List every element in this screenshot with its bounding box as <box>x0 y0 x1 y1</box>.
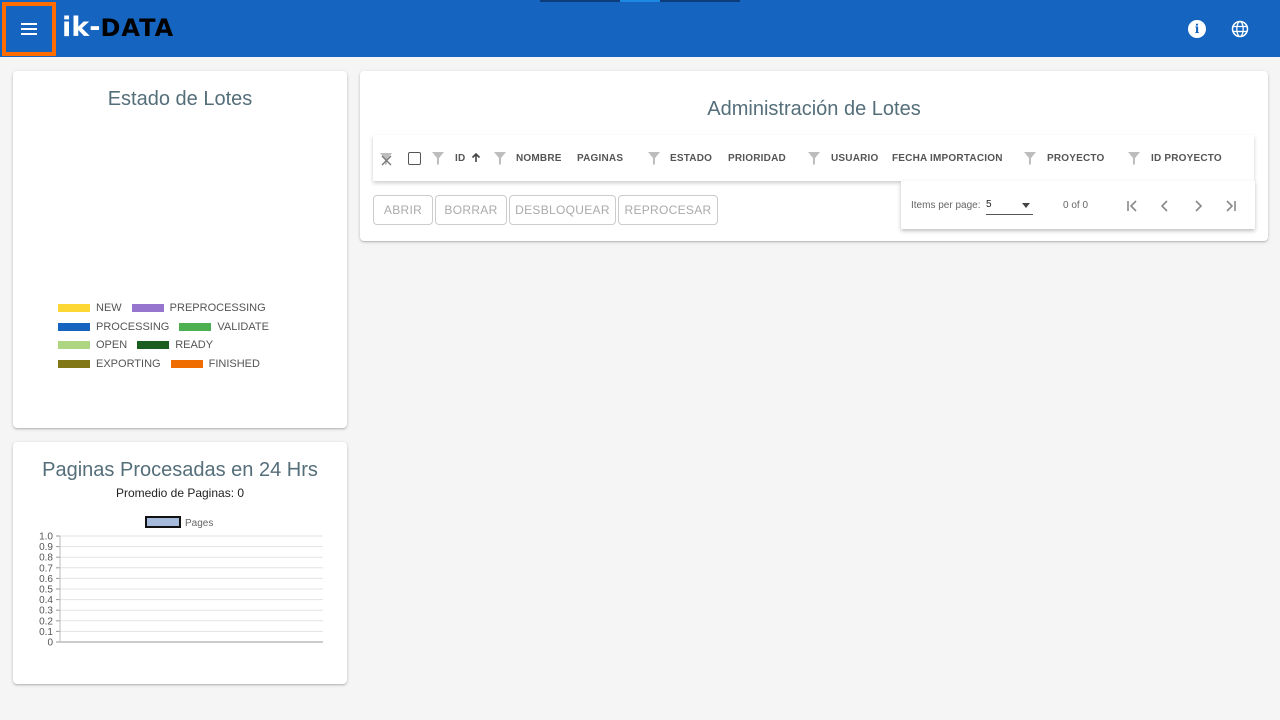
lotes-table-header: ID NOMBRE PAGINAS ESTADO PRIORIDAD USUAR… <box>373 135 1254 181</box>
chart-y-tick-label: 0.7 <box>39 563 53 574</box>
legend-swatch <box>131 304 164 313</box>
estado-legend: NEW PREPROCESSING PROCESSING VALIDATE OPEN RE… <box>58 299 318 373</box>
column-fecha-importacion[interactable]: FECHA IMPORTACION <box>892 135 1003 181</box>
desbloquear-button[interactable]: DESBLOQUEAR <box>509 195 616 225</box>
info-glyph: i <box>1194 22 1200 36</box>
legend-swatch <box>58 341 90 350</box>
items-per-page-label: Items per page: <box>911 200 981 211</box>
promedio-paginas: Promedio de Paginas: 0 <box>115 486 245 500</box>
borrar-button[interactable]: BORRAR <box>435 195 507 225</box>
admin-lotes-title: Administración de Lotes <box>707 98 921 120</box>
paginas-procesadas-title: Paginas Procesadas en 24 Hrs <box>42 459 318 481</box>
legend-item[interactable]: PROCESSING <box>58 321 169 333</box>
next-page-icon[interactable] <box>1188 196 1208 216</box>
paginator: Items per page: 5 0 of 0 <box>901 181 1255 229</box>
top-app-bar: ik - DATA i <box>0 0 1280 57</box>
filter-estado-icon[interactable] <box>648 152 660 165</box>
chart-y-tick-label: 0 <box>47 638 53 649</box>
legend-swatch <box>179 322 212 331</box>
legend-row: EXPORTING FINISHED <box>58 355 318 374</box>
logo-dash: - <box>89 12 101 43</box>
previous-page-icon[interactable] <box>1155 196 1175 216</box>
column-paginas[interactable]: PAGINAS <box>577 135 623 181</box>
reprocesar-button[interactable]: REPROCESAR <box>618 195 718 225</box>
clear-filter-icon[interactable] <box>379 152 393 166</box>
legend-item[interactable]: FINISHED <box>170 357 260 370</box>
filter-id-proyecto-icon[interactable] <box>1128 152 1140 165</box>
filter-id-icon[interactable] <box>432 152 444 165</box>
legend-item[interactable]: NEW <box>58 302 122 314</box>
chart-y-tick-label: 0.9 <box>39 542 53 553</box>
filter-proyecto-icon[interactable] <box>1024 152 1036 165</box>
last-page-icon[interactable] <box>1221 196 1241 216</box>
menu-button[interactable] <box>2 2 56 56</box>
legend-swatch <box>58 304 90 313</box>
legend-item[interactable]: READY <box>137 339 213 351</box>
column-id-label: ID <box>455 152 466 164</box>
chart-y-tick-label: 0.3 <box>39 606 53 617</box>
legend-swatch <box>58 322 90 331</box>
chart-legend-label: Pages <box>185 518 213 529</box>
sort-ascending-icon <box>472 153 481 162</box>
column-usuario[interactable]: USUARIO <box>831 135 879 181</box>
estado-lotes-title: Estado de Lotes <box>107 88 253 110</box>
legend-label: NEW <box>96 302 122 315</box>
select-all-checkbox[interactable] <box>408 152 421 165</box>
legend-label: PROCESSING <box>96 320 170 333</box>
logo-ik: ik <box>62 12 90 43</box>
abrir-button[interactable]: ABRIR <box>373 195 433 225</box>
column-estado[interactable]: ESTADO <box>670 135 712 181</box>
legend-row: OPEN READY <box>58 336 318 355</box>
column-id[interactable]: ID <box>455 135 481 181</box>
items-per-page-value: 5 <box>986 199 992 210</box>
legend-label: OPEN <box>96 339 128 352</box>
first-page-icon[interactable] <box>1122 196 1142 216</box>
admin-lotes-card: Administración de Lotes ID NOMBRE PAGINA… <box>360 71 1268 241</box>
globe-icon[interactable] <box>1231 20 1249 38</box>
chart-legend-swatch[interactable] <box>145 516 181 528</box>
estado-lotes-card: Estado de Lotes NEW PREPROCESSING PROCESSI… <box>13 71 347 428</box>
filter-nombre-icon[interactable] <box>494 152 506 165</box>
chart-y-tick-label: 0.8 <box>39 553 53 564</box>
legend-item[interactable]: VALIDATE <box>179 321 269 333</box>
chart-y-tick-label: 0.6 <box>39 574 53 585</box>
legend-swatch <box>58 359 90 368</box>
chart-y-tick-label: 0.2 <box>39 616 53 627</box>
dropdown-caret-icon <box>1022 203 1030 208</box>
legend-row: NEW PREPROCESSING <box>58 299 318 318</box>
legend-item[interactable]: EXPORTING <box>58 358 161 370</box>
column-proyecto[interactable]: PROYECTO <box>1047 135 1105 181</box>
logo-data: DATA <box>100 14 175 42</box>
legend-label: VALIDATE <box>217 320 269 333</box>
items-per-page-select[interactable]: 5 <box>986 198 1033 215</box>
legend-swatch <box>137 341 170 350</box>
page-range-label: 0 of 0 <box>1063 200 1089 211</box>
legend-row: PROCESSING VALIDATE <box>58 318 318 337</box>
filter-usuario-icon[interactable] <box>808 152 820 165</box>
column-nombre[interactable]: NOMBRE <box>516 135 562 181</box>
hamburger-icon <box>21 23 37 35</box>
legend-label: PREPROCESSING <box>169 302 266 315</box>
legend-label: EXPORTING <box>96 357 161 370</box>
chart-y-tick-label: 0.1 <box>39 627 53 638</box>
legend-label: FINISHED <box>208 357 260 370</box>
chart-y-tick-label: 0.4 <box>39 595 53 606</box>
chart-y-tick-label: 1.0 <box>39 532 53 543</box>
ik-data-logo: ik - DATA <box>62 12 174 46</box>
column-id-proyecto[interactable]: ID PROYECTO <box>1151 135 1222 181</box>
pages-line-chart: Pages 1.00.90.80.70.60.50.40.30.20.10 <box>39 516 323 649</box>
legend-label: READY <box>175 339 214 352</box>
column-prioridad[interactable]: PRIORIDAD <box>728 135 786 181</box>
chart-y-tick-label: 0.5 <box>39 585 53 596</box>
legend-item[interactable]: PREPROCESSING <box>131 302 266 315</box>
paginas-procesadas-card: Paginas Procesadas en 24 Hrs Promedio de… <box>13 442 347 684</box>
topbar-tab-indicator <box>540 0 740 2</box>
legend-item[interactable]: OPEN <box>58 339 127 351</box>
info-icon[interactable]: i <box>1188 20 1206 38</box>
legend-swatch <box>170 359 203 368</box>
